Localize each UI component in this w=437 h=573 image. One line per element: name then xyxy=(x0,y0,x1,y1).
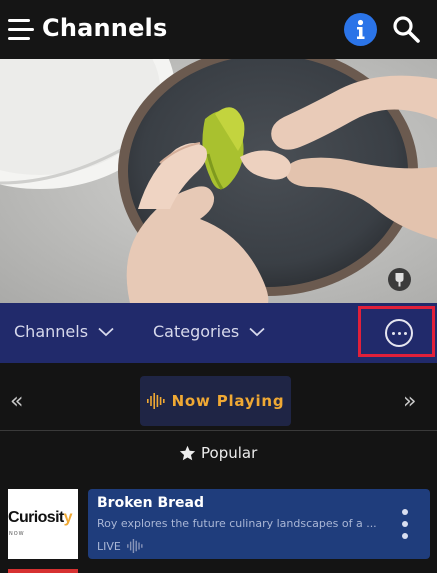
star-icon xyxy=(179,445,196,461)
channels-dropdown[interactable]: Channels xyxy=(14,321,114,343)
next-arrow-button[interactable]: » xyxy=(403,391,416,413)
dot xyxy=(398,332,401,335)
hamburger-line xyxy=(8,28,34,31)
info-icon[interactable] xyxy=(344,13,377,46)
categories-dropdown-label: Categories xyxy=(153,322,240,341)
categories-dropdown[interactable]: Categories xyxy=(153,321,265,343)
chevron-down-icon xyxy=(98,327,114,337)
logo-accent-text: y xyxy=(63,509,73,526)
previous-arrow-button[interactable]: « xyxy=(10,391,23,413)
video-frame-image xyxy=(0,59,437,303)
channels-dropdown-label: Channels xyxy=(14,322,89,341)
now-playing-label: Now Playing xyxy=(171,392,285,410)
hamburger-line xyxy=(8,19,30,22)
video-player[interactable] xyxy=(0,59,437,303)
channel-logo[interactable]: Curiosity NOW xyxy=(8,489,78,559)
dot xyxy=(402,533,408,539)
now-playing-button[interactable]: Now Playing xyxy=(140,376,291,426)
logo-text: Curiosit xyxy=(8,509,64,526)
dot xyxy=(402,521,408,527)
channel-logo-wordmark: Curiosity xyxy=(8,509,78,527)
program-description: Roy explores the future culinary landsca… xyxy=(97,517,377,530)
program-title: Broken Bread xyxy=(97,495,205,511)
live-status: LIVE xyxy=(97,539,143,553)
more-horizontal-icon[interactable] xyxy=(385,319,413,347)
section-label: Popular xyxy=(201,444,258,462)
live-label: LIVE xyxy=(97,539,121,553)
search-icon[interactable] xyxy=(391,14,421,44)
video-overlay-badge-icon[interactable] xyxy=(388,268,411,291)
divider xyxy=(0,430,437,431)
page-title: Channels xyxy=(42,14,168,42)
dot xyxy=(404,332,407,335)
chevron-down-icon xyxy=(249,327,265,337)
equalizer-icon xyxy=(126,539,143,553)
vertical-dots-icon[interactable] xyxy=(400,509,410,541)
app-header: Channels xyxy=(0,0,437,59)
section-header-popular: Popular xyxy=(179,444,257,462)
dot xyxy=(392,332,395,335)
equalizer-icon xyxy=(146,393,165,409)
logo-subtext: NOW xyxy=(9,531,25,537)
next-channel-logo-partial xyxy=(8,569,78,573)
program-card[interactable]: Broken Bread Roy explores the future cul… xyxy=(88,489,430,559)
hamburger-line xyxy=(8,37,30,40)
hamburger-menu-icon[interactable] xyxy=(8,17,34,43)
dot xyxy=(402,509,408,515)
